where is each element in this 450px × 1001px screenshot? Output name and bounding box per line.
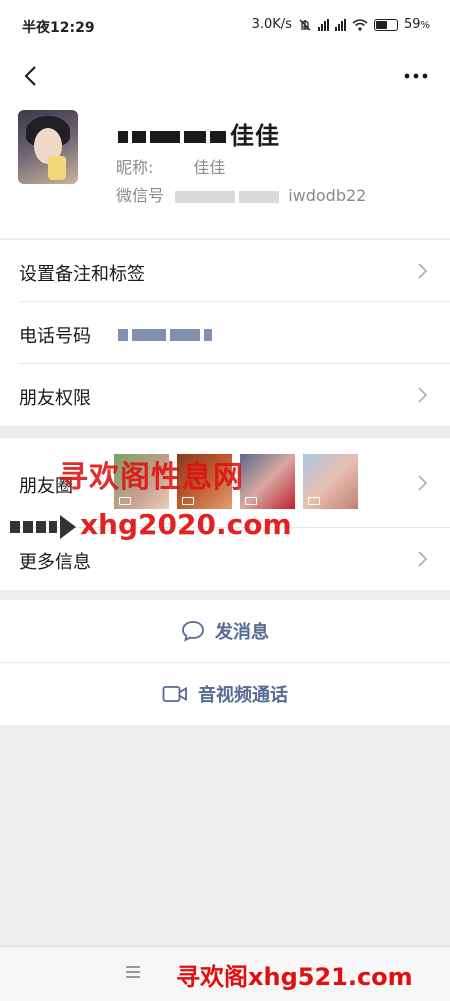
send-message-button[interactable]: 发消息 <box>0 600 450 662</box>
video-call-button[interactable]: 音视频通话 <box>0 663 450 725</box>
set-remark-label: 设置备注和标签 <box>19 264 145 285</box>
status-time: 半夜12:29 <box>22 20 95 36</box>
signal-icon <box>317 18 329 31</box>
profile-header: 佳佳 昵称: 佳佳 微信号 iwdodb22 <box>0 100 450 238</box>
video-icon <box>182 497 194 505</box>
chevron-left-icon <box>24 66 36 86</box>
chevron-right-icon <box>418 387 428 403</box>
ellipsis-icon <box>404 73 428 79</box>
network-speed: 3.0K/s <box>251 17 292 32</box>
phone-label: 电话号码 <box>19 326 91 347</box>
avatar[interactable] <box>18 110 78 184</box>
watermark-arrow-icon <box>10 515 76 539</box>
phone-value-masked <box>118 324 216 343</box>
phone-cell[interactable]: 电话号码 <box>0 302 450 364</box>
mute-icon <box>299 19 311 30</box>
remark-name: 佳佳 <box>118 116 280 151</box>
watermark-url: xhg2020.com <box>80 508 292 541</box>
status-icons: 3.0K/s 59% <box>252 17 430 32</box>
signal-icon-2 <box>334 18 346 31</box>
menu-icon[interactable] <box>126 966 140 981</box>
wifi-icon <box>352 18 368 31</box>
chevron-right-icon <box>418 263 428 279</box>
nickname-line: 昵称: 佳佳 <box>116 154 225 178</box>
video-camera-icon <box>162 686 187 702</box>
chevron-right-icon <box>418 475 428 491</box>
video-icon <box>308 497 320 505</box>
status-bar: 半夜12:29 3.0K/s 59% <box>0 0 450 52</box>
nickname-value: 佳佳 <box>193 158 226 177</box>
chevron-right-icon <box>418 551 428 567</box>
watermark-text: 寻欢阁性息网 <box>58 460 244 495</box>
battery-percent: 59% <box>403 17 430 32</box>
battery-icon <box>373 18 398 31</box>
nickname-label: 昵称: <box>116 158 154 177</box>
nav-bar <box>0 52 450 100</box>
video-call-label: 音视频通话 <box>198 685 288 706</box>
send-message-label: 发消息 <box>215 622 269 643</box>
wechat-id-line: 微信号 iwdodb22 <box>116 182 366 206</box>
video-icon <box>245 497 257 505</box>
video-icon <box>119 497 131 505</box>
chat-bubble-icon <box>182 621 204 642</box>
wechat-id-value: iwdodb22 <box>288 186 367 205</box>
watermark-footer: 寻欢阁xhg521.com <box>176 963 413 991</box>
more-info-label: 更多信息 <box>19 552 91 573</box>
wechat-id-label: 微信号 <box>116 186 165 205</box>
back-button[interactable] <box>10 56 50 96</box>
permissions-label: 朋友权限 <box>19 388 91 409</box>
more-button[interactable] <box>396 56 436 96</box>
moment-thumb <box>303 454 358 509</box>
permissions-cell[interactable]: 朋友权限 <box>0 364 450 426</box>
set-remark-cell[interactable]: 设置备注和标签 <box>0 240 450 302</box>
moment-thumb <box>240 454 295 509</box>
